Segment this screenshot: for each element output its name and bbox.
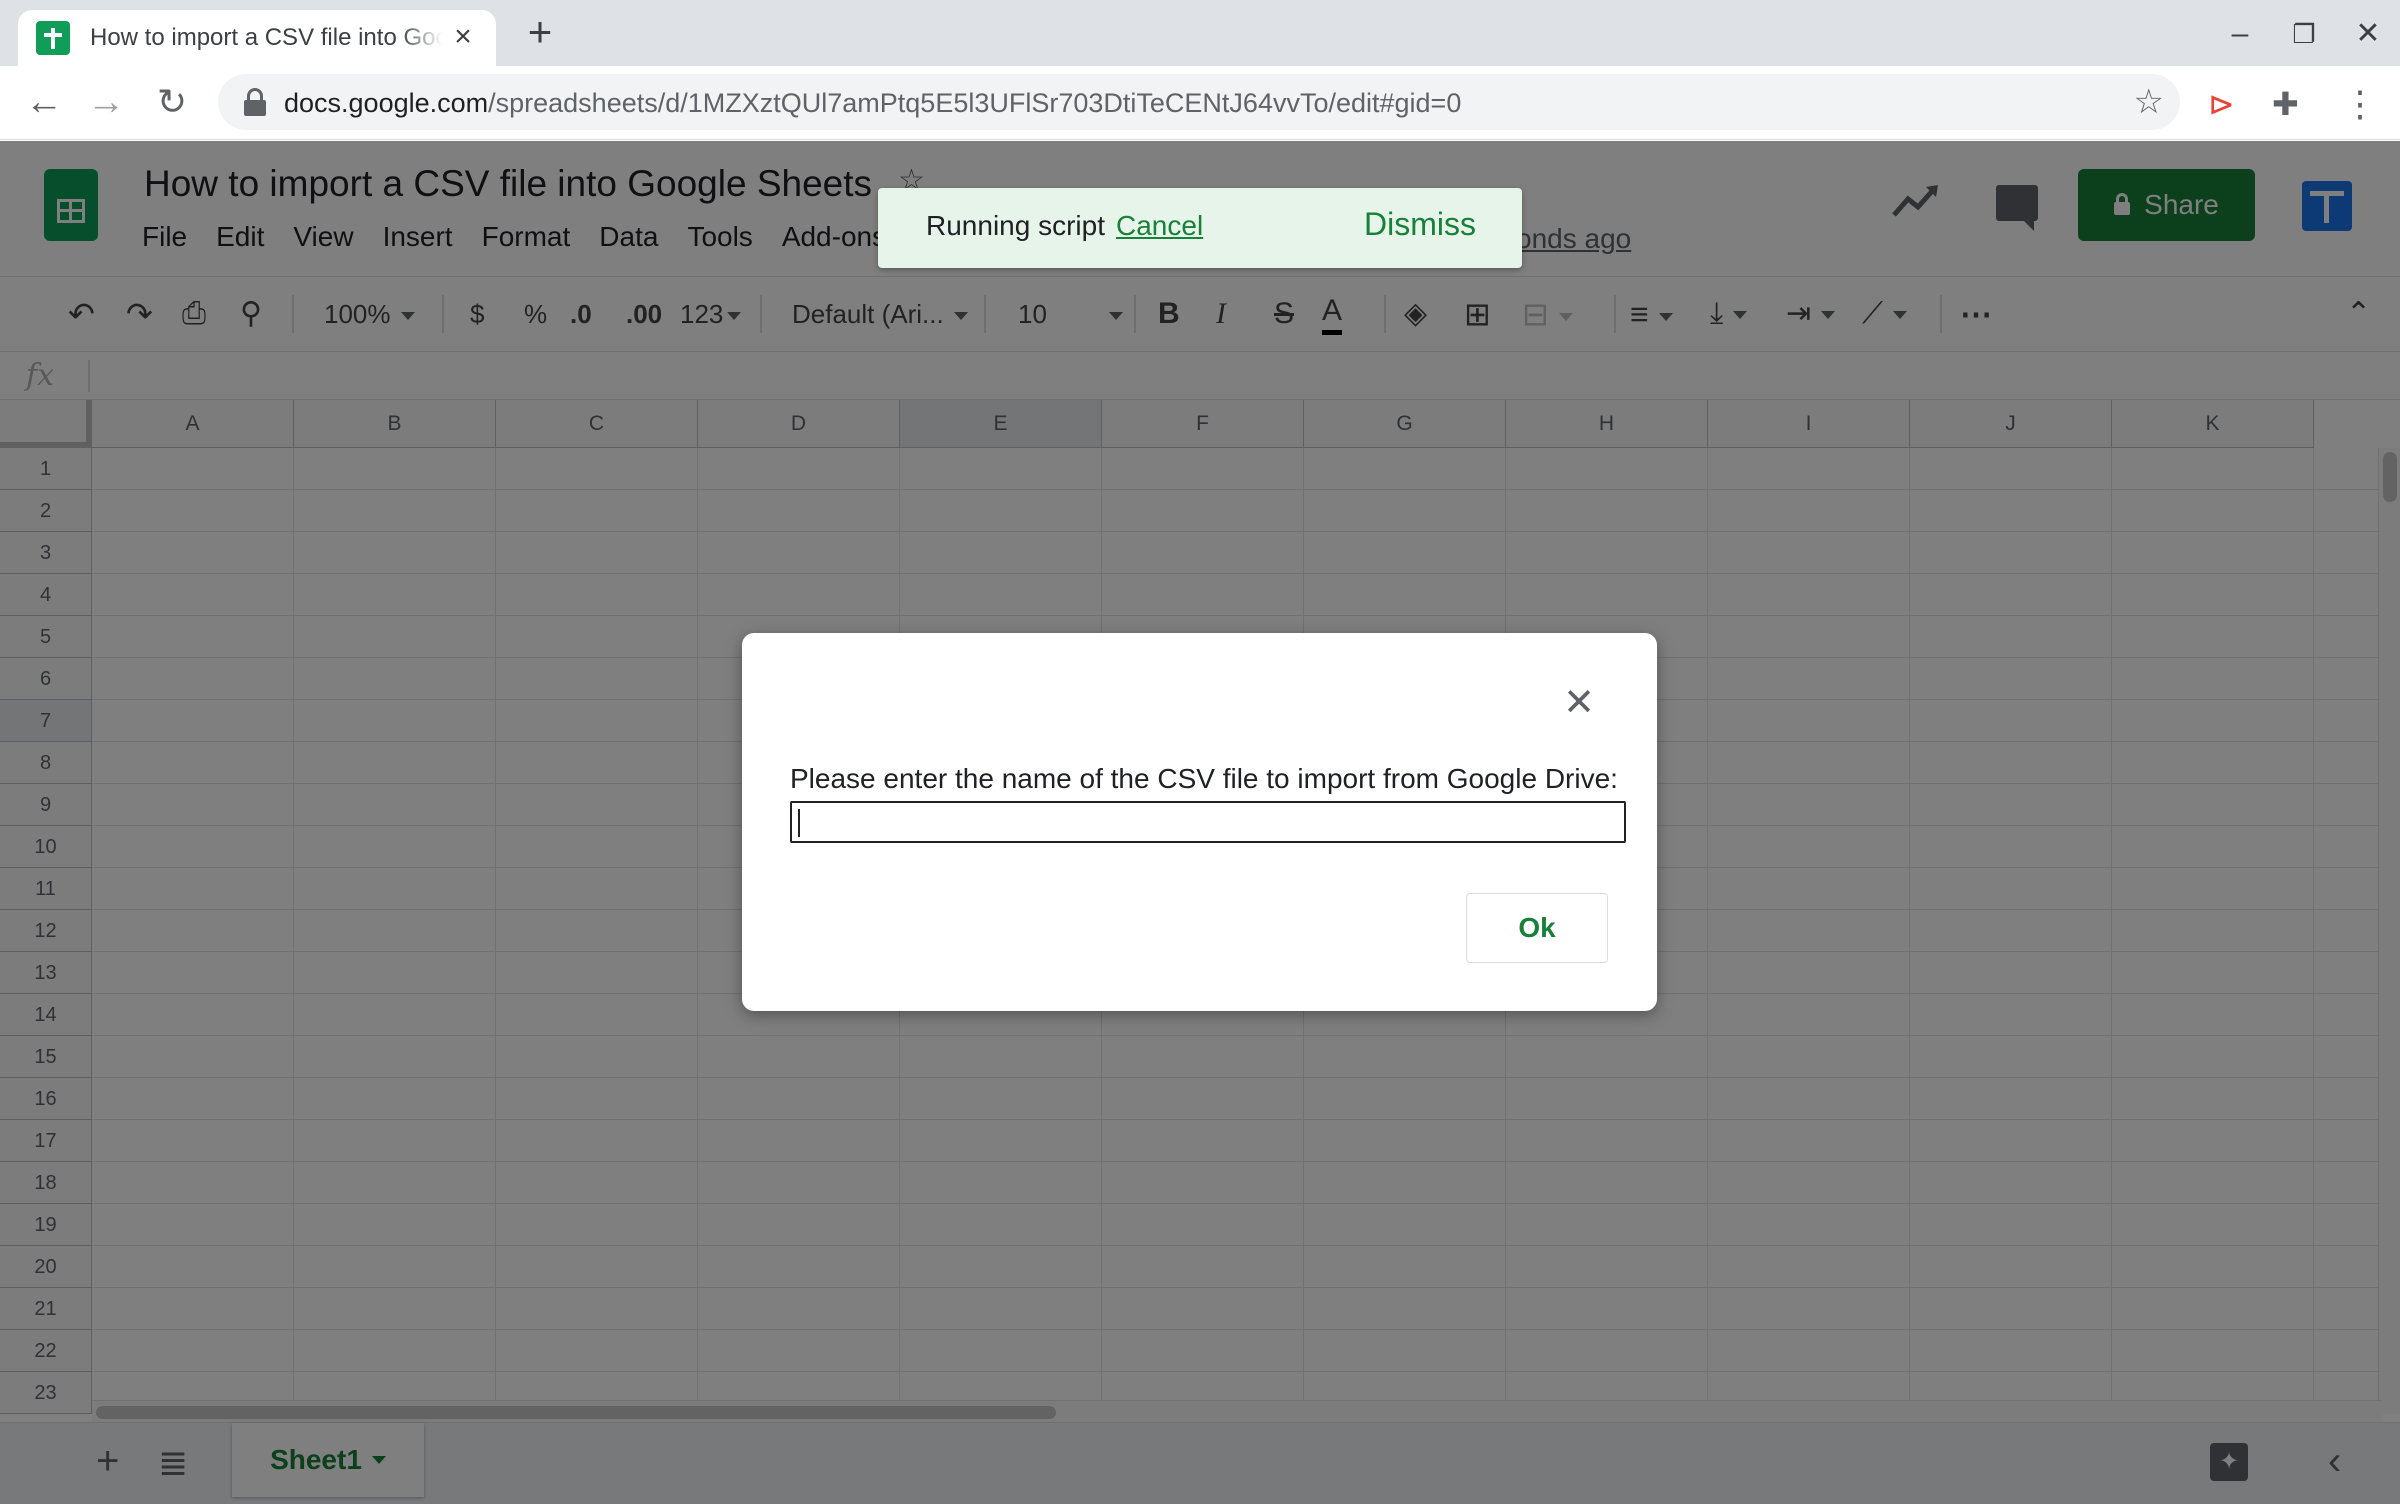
restore-icon[interactable]: ❐: [2284, 14, 2324, 54]
sheets-favicon-icon: [36, 21, 70, 55]
dialog-prompt: Please enter the name of the CSV file to…: [790, 763, 1618, 794]
close-icon[interactable]: ✕: [1561, 684, 1597, 722]
reload-icon[interactable]: ↻: [146, 76, 198, 128]
window-close-icon[interactable]: ✕: [2348, 14, 2388, 54]
running-script-toast: Running script Cancel Dismiss: [878, 188, 1522, 268]
extensions-puzzle-icon[interactable]: ✚: [2272, 84, 2299, 124]
bookmark-star-icon[interactable]: ☆: [2134, 82, 2164, 122]
text-cursor: [798, 809, 800, 837]
csv-filename-input[interactable]: [790, 801, 1626, 843]
lock-icon: [242, 88, 268, 116]
cancel-script-link[interactable]: Cancel: [1116, 210, 1203, 242]
minimize-icon[interactable]: –: [2220, 14, 2260, 54]
url-text: docs.google.com/spreadsheets/d/1MZXztQUl…: [284, 88, 1462, 118]
browser-tab[interactable]: How to import a CSV file into Google She…: [18, 10, 496, 66]
address-bar[interactable]: docs.google.com/spreadsheets/d/1MZXztQUl…: [218, 74, 2180, 130]
dismiss-button[interactable]: Dismiss: [1364, 206, 1476, 243]
browser-tabstrip: How to import a CSV file into Google She…: [0, 0, 2400, 66]
tab-close-icon[interactable]: ×: [448, 22, 478, 52]
browser-toolbar: ← → ↻ docs.google.com/spreadsheets/d/1MZ…: [0, 66, 2400, 140]
import-csv-dialog: ✕ Please enter the name of the CSV file …: [742, 633, 1657, 1011]
toast-message: Running script: [926, 210, 1105, 241]
extension-icon[interactable]: ⊳: [2208, 84, 2235, 124]
browser-menu-icon[interactable]: ⋮: [2342, 84, 2378, 124]
tab-title: How to import a CSV file into Google She…: [90, 24, 442, 51]
back-icon[interactable]: ←: [18, 76, 70, 128]
forward-icon[interactable]: →: [80, 76, 132, 128]
new-tab-icon[interactable]: +: [520, 11, 560, 53]
ok-button[interactable]: Ok: [1466, 893, 1608, 963]
